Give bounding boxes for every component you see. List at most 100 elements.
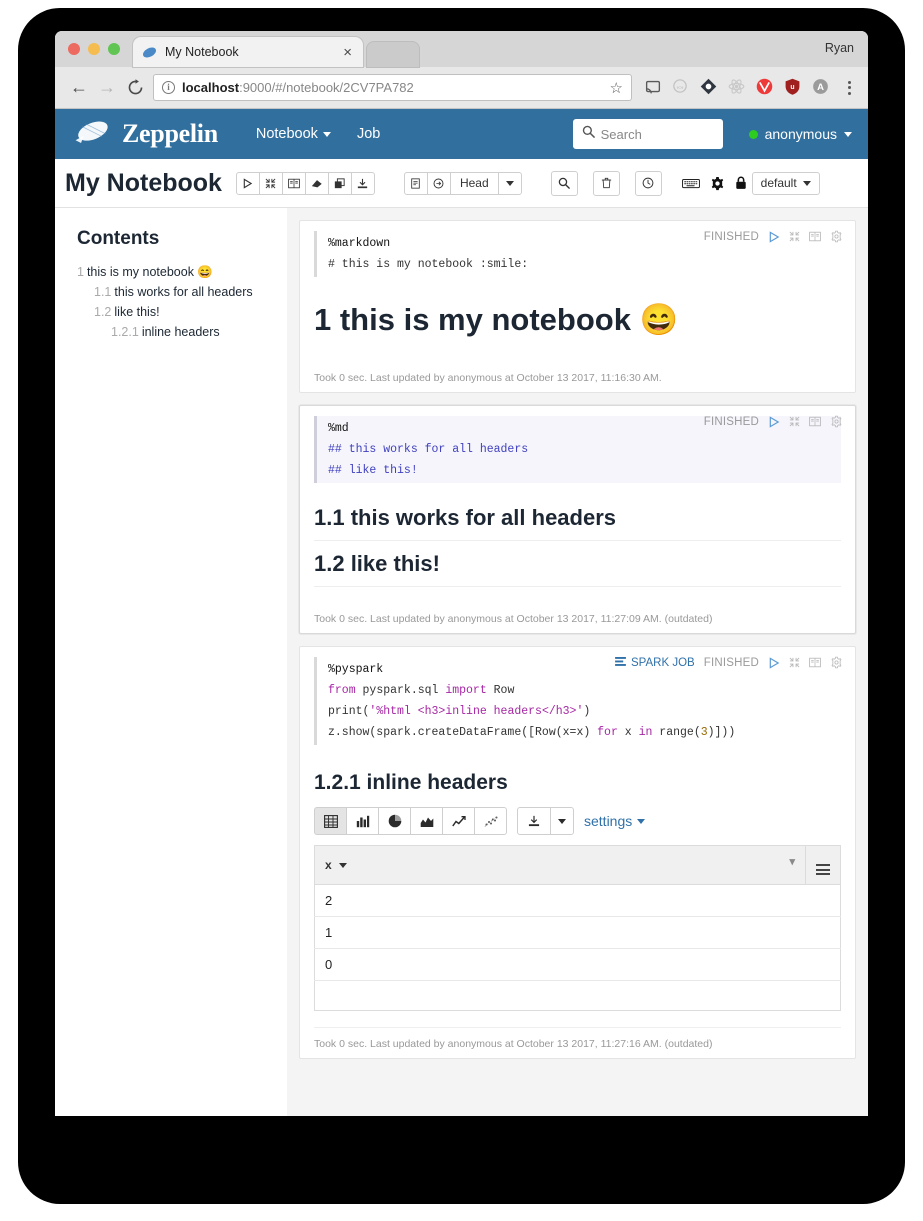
paragraph-code-line-2: ## like this! xyxy=(328,464,418,477)
extension-ublock-icon[interactable]: u xyxy=(783,77,805,99)
toc-item-1[interactable]: 1 this is my notebook 😄 xyxy=(77,262,275,282)
paragraph-footer: Took 0 sec. Last updated by anonymous at… xyxy=(314,613,713,625)
download-icon[interactable] xyxy=(517,807,551,835)
paragraph-settings-gear-icon[interactable] xyxy=(830,656,843,669)
paragraph-md[interactable]: FINISHED %md ## this works for all heade… xyxy=(299,405,856,634)
revision-dropdown-button[interactable] xyxy=(497,171,522,195)
bookmark-star-icon[interactable]: ☆ xyxy=(602,79,623,97)
extension-angular-icon[interactable]: A xyxy=(811,77,833,99)
extension-react-icon[interactable] xyxy=(727,77,749,99)
table-row[interactable]: 2 xyxy=(314,884,841,917)
table-menu-button[interactable] xyxy=(805,845,841,885)
scatter-chart-icon[interactable] xyxy=(474,807,507,835)
search-input[interactable]: Search xyxy=(572,119,723,149)
nav-item-job[interactable]: Job xyxy=(357,126,380,142)
run-paragraph-icon[interactable] xyxy=(768,656,780,669)
toggle-editor-icon[interactable] xyxy=(809,657,821,668)
line-chart-icon[interactable] xyxy=(442,807,475,835)
new-tab-ghost[interactable] xyxy=(367,42,419,67)
run-all-button[interactable] xyxy=(235,171,260,195)
scheduler-button[interactable] xyxy=(634,170,662,196)
chevron-down-icon xyxy=(322,131,331,137)
user-menu[interactable]: anonymous xyxy=(748,126,852,142)
clear-output-button[interactable] xyxy=(304,171,329,195)
forward-button[interactable]: → xyxy=(93,74,121,102)
browser-tab[interactable]: My Notebook × xyxy=(133,37,363,67)
code-token-for: for xyxy=(597,726,618,739)
toc-item-1-2[interactable]: 1.2 like this! xyxy=(77,302,275,322)
url-bar[interactable]: i localhost:9000/#/notebook/2CV7PA782 ☆ xyxy=(153,74,632,101)
permissions-dropdown[interactable]: default xyxy=(751,171,820,195)
commit-revision-button[interactable] xyxy=(403,171,428,195)
table-chart-icon[interactable] xyxy=(314,807,347,835)
back-button[interactable]: ← xyxy=(65,74,93,102)
run-paragraph-icon[interactable] xyxy=(768,415,780,428)
minimize-window-button[interactable] xyxy=(88,43,100,55)
status-badge: FINISHED xyxy=(703,230,759,243)
download-dropdown-button[interactable] xyxy=(550,807,574,835)
collapse-paragraph-icon[interactable] xyxy=(789,416,800,427)
browser-menu-icon[interactable] xyxy=(840,80,858,95)
collapse-paragraph-icon[interactable] xyxy=(789,657,800,668)
collapse-all-button[interactable] xyxy=(258,171,283,195)
paragraph-editor[interactable]: %pyspark from pyspark.sql import Row pri… xyxy=(314,657,841,745)
paragraph-markdown[interactable]: FINISHED %markdown # this is my notebook… xyxy=(299,220,856,393)
user-menu-label: anonymous xyxy=(764,126,837,142)
find-replace-button[interactable] xyxy=(550,170,578,196)
nav-item-notebook-label: Notebook xyxy=(255,126,318,142)
svg-text:«»: «» xyxy=(676,82,684,91)
url-path: :9000/#/notebook/2CV7PA782 xyxy=(239,80,414,95)
cast-icon[interactable] xyxy=(643,77,665,99)
paragraph-pyspark[interactable]: SPARK JOB FINISHED %pyspark from pyspark… xyxy=(299,646,856,1059)
pie-chart-icon[interactable] xyxy=(378,807,411,835)
collapse-paragraph-icon[interactable] xyxy=(789,231,800,242)
browser-profile-name[interactable]: Ryan xyxy=(825,41,854,55)
table-header-row: x ▾ xyxy=(314,845,841,885)
extension-vivaldi-icon[interactable] xyxy=(755,77,777,99)
clone-notebook-button[interactable] xyxy=(327,171,352,195)
code-token-import: import xyxy=(445,684,487,697)
keyboard-shortcuts-icon[interactable] xyxy=(681,178,700,189)
zeppelin-favicon-icon xyxy=(141,44,158,61)
toc-label: this works for all headers xyxy=(114,285,253,299)
set-revision-button[interactable] xyxy=(426,171,451,195)
toggle-editor-icon[interactable] xyxy=(809,231,821,242)
toggle-code-button[interactable] xyxy=(281,171,306,195)
extension-dark-diamond-icon[interactable] xyxy=(699,77,721,99)
export-notebook-button[interactable] xyxy=(350,171,375,195)
spark-job-link[interactable]: SPARK JOB xyxy=(615,656,695,669)
toc-item-1-1[interactable]: 1.1 this works for all headers xyxy=(77,282,275,302)
toggle-editor-icon[interactable] xyxy=(809,416,821,427)
area-chart-icon[interactable] xyxy=(410,807,443,835)
zeppelin-logo-icon xyxy=(71,118,113,151)
chevron-down-icon xyxy=(802,180,811,186)
extension-gray-icon[interactable]: «» xyxy=(671,77,693,99)
table-cell-spacer xyxy=(805,948,841,981)
bar-chart-icon[interactable] xyxy=(346,807,379,835)
table-row[interactable]: 1 xyxy=(314,916,841,949)
paragraph-settings-gear-icon[interactable] xyxy=(830,415,843,428)
table-column-x-label: x xyxy=(325,858,332,872)
site-info-icon[interactable]: i xyxy=(162,81,175,94)
lock-icon[interactable] xyxy=(735,176,747,190)
delete-notebook-button[interactable] xyxy=(592,170,620,196)
tab-close-icon[interactable]: × xyxy=(340,45,355,60)
run-paragraph-icon[interactable] xyxy=(768,230,780,243)
chart-settings-toggle[interactable]: settings xyxy=(584,813,646,829)
reload-button[interactable] xyxy=(121,74,149,102)
gear-icon[interactable] xyxy=(710,176,725,191)
table-row[interactable]: 0 xyxy=(314,948,841,981)
zeppelin-brand[interactable]: Zeppelin xyxy=(71,118,218,151)
nav-item-notebook[interactable]: Notebook xyxy=(256,126,331,142)
column-expand-chevron-icon[interactable]: ▾ xyxy=(789,855,795,868)
toc-item-1-2-1[interactable]: 1.2.1 inline headers xyxy=(77,322,275,342)
close-window-button[interactable] xyxy=(68,43,80,55)
maximize-window-button[interactable] xyxy=(108,43,120,55)
table-column-x[interactable]: x ▾ xyxy=(314,845,806,885)
browser-address-bar: ← → i localhost:9000/#/notebook/2CV7PA78… xyxy=(55,67,868,109)
zeppelin-nav-links: Notebook Job xyxy=(256,126,380,142)
revision-label[interactable]: Head xyxy=(449,171,499,195)
table-cell-spacer xyxy=(805,916,841,949)
spark-job-label: SPARK JOB xyxy=(631,656,695,669)
paragraph-settings-gear-icon[interactable] xyxy=(830,230,843,243)
